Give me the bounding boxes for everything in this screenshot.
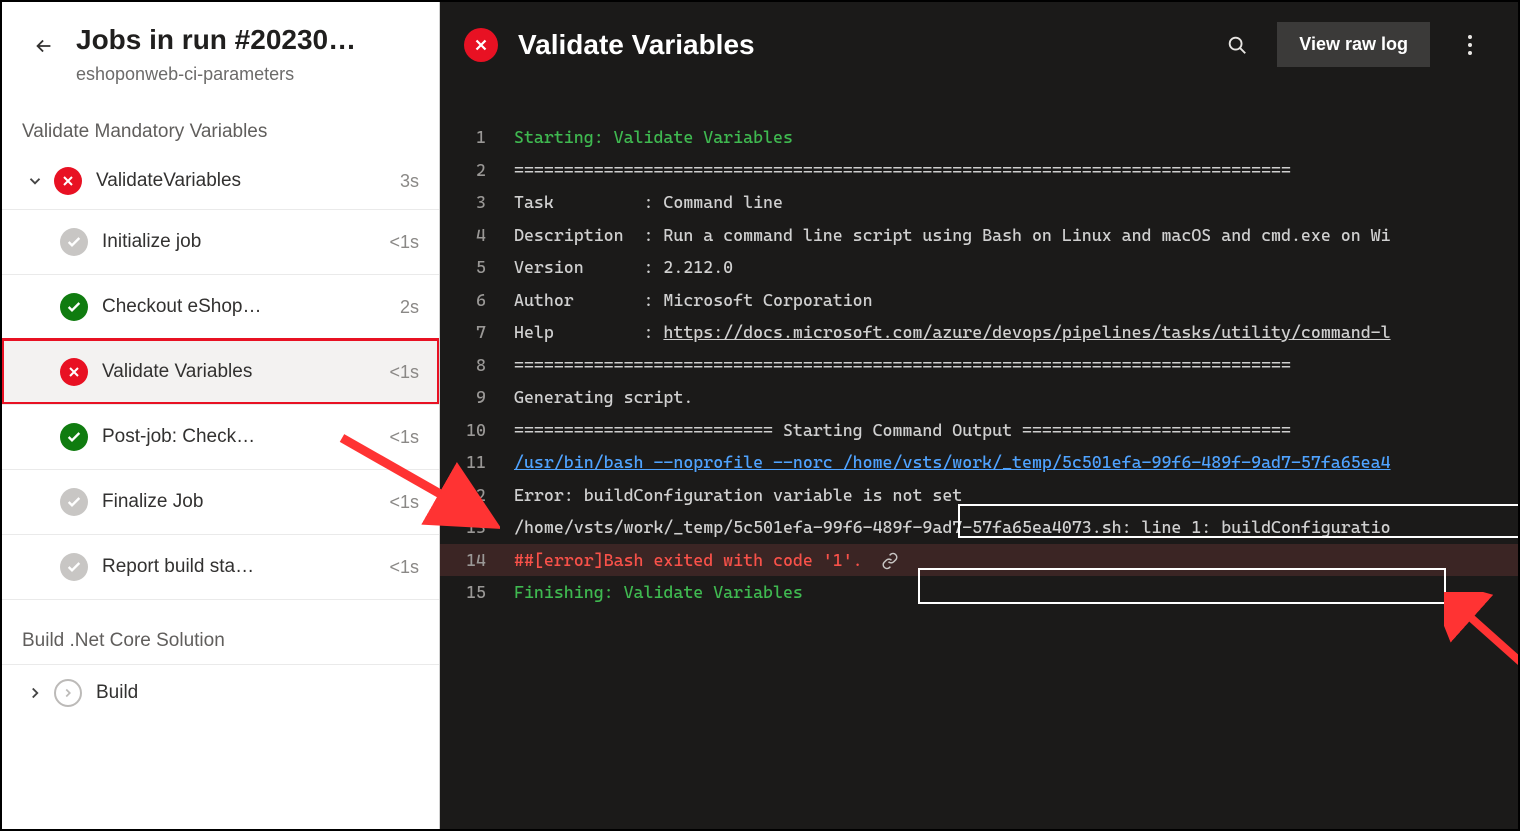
skipped-icon	[60, 488, 88, 516]
back-button[interactable]	[28, 30, 60, 62]
log-line: 1Starting: Validate Variables	[440, 121, 1518, 154]
stage-label: Build .Net Core Solution	[2, 599, 439, 664]
step-label: Post-job: Check…	[102, 426, 373, 448]
log-line: 10========================== Starting Co…	[440, 414, 1518, 447]
skipped-icon	[60, 553, 88, 581]
view-raw-log-button[interactable]: View raw log	[1277, 22, 1430, 67]
step-duration: <1s	[373, 492, 419, 513]
log-line: 11/usr/bin/bash --noprofile --norc /home…	[440, 446, 1518, 479]
job-row-build[interactable]: Build	[2, 664, 439, 721]
step-duration: <1s	[373, 362, 419, 383]
fail-icon	[464, 28, 498, 62]
chevron-right-icon	[22, 684, 48, 702]
step-duration: <1s	[373, 232, 419, 253]
log-line: 13/home/vsts/work/_temp/5c501efa-99f6-48…	[440, 511, 1518, 544]
step-report-build-status[interactable]: Report build sta… <1s	[2, 534, 439, 599]
step-postjob-checkout[interactable]: Post-job: Check… <1s	[2, 404, 439, 469]
step-finalize-job[interactable]: Finalize Job <1s	[2, 469, 439, 534]
log-header: Validate Variables View raw log	[440, 2, 1518, 87]
log-line: 15Finishing: Validate Variables	[440, 576, 1518, 609]
job-row-validate[interactable]: ValidateVariables 3s	[2, 153, 439, 209]
step-duration: <1s	[373, 427, 419, 448]
log-title: Validate Variables	[518, 29, 1197, 61]
log-line: 4Description : Run a command line script…	[440, 219, 1518, 252]
log-line: 3Task : Command line	[440, 186, 1518, 219]
step-validate-variables[interactable]: Validate Variables <1s	[2, 339, 439, 404]
help-link[interactable]: https://docs.microsoft.com/azure/devops/…	[663, 322, 1390, 342]
log-line: 6Author : Microsoft Corporation	[440, 284, 1518, 317]
sidebar-header: Jobs in run #20230… eshoponweb-ci-parame…	[2, 2, 439, 95]
step-duration: 2s	[373, 297, 419, 318]
success-icon	[60, 293, 88, 321]
log-line: 7Help : https://docs.microsoft.com/azure…	[440, 316, 1518, 349]
fail-icon	[60, 358, 88, 386]
step-initialize-job[interactable]: Initialize job <1s	[2, 209, 439, 274]
step-label: Validate Variables	[102, 361, 373, 383]
queued-icon	[54, 679, 82, 707]
log-line: 12Error: buildConfiguration variable is …	[440, 479, 1518, 512]
more-button[interactable]	[1450, 25, 1490, 65]
chevron-down-icon	[22, 172, 48, 190]
job-name: Build	[96, 682, 373, 704]
search-button[interactable]	[1217, 25, 1257, 65]
link-icon[interactable]	[881, 552, 899, 570]
log-pane: Validate Variables View raw log 1Startin…	[440, 2, 1518, 829]
log-line: 8=======================================…	[440, 349, 1518, 382]
log-body[interactable]: 1Starting: Validate Variables 2=========…	[440, 87, 1518, 829]
step-label: Report build sta…	[102, 556, 373, 578]
sidebar: Jobs in run #20230… eshoponweb-ci-parame…	[2, 2, 440, 829]
skipped-icon	[60, 228, 88, 256]
pipeline-name: eshoponweb-ci-parameters	[76, 64, 356, 85]
step-duration: <1s	[373, 557, 419, 578]
step-label: Initialize job	[102, 231, 373, 253]
page-title: Jobs in run #20230…	[76, 24, 356, 56]
fail-icon	[54, 167, 82, 195]
bash-command-link[interactable]: /usr/bin/bash --noprofile --norc /home/v…	[514, 452, 1391, 472]
success-icon	[60, 423, 88, 451]
job-name: ValidateVariables	[96, 170, 373, 192]
step-checkout[interactable]: Checkout eShop… 2s	[2, 274, 439, 339]
stage-label: Validate Mandatory Variables	[2, 95, 439, 153]
step-label: Finalize Job	[102, 491, 373, 513]
step-label: Checkout eShop…	[102, 296, 373, 318]
job-duration: 3s	[373, 171, 419, 192]
log-line: 9Generating script.	[440, 381, 1518, 414]
log-line: 2=======================================…	[440, 154, 1518, 187]
log-line: 5Version : 2.212.0	[440, 251, 1518, 284]
log-line-error: 14##[error]Bash exited with code '1'.	[440, 544, 1518, 577]
